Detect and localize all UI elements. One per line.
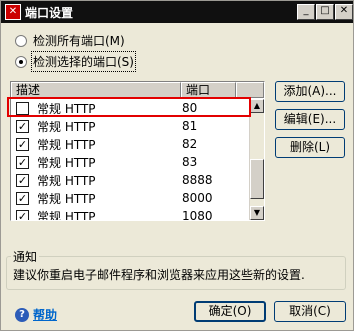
row-port: 8000: [182, 191, 213, 205]
list-item[interactable]: ✓ 常规 HTTP 82: [11, 135, 251, 153]
notice-title: 通知: [11, 248, 40, 265]
app-logo-icon: ✕: [5, 4, 21, 20]
row-description: 常规 HTTP: [37, 191, 96, 206]
row-description: 常规 HTTP: [37, 209, 96, 221]
ok-button[interactable]: 确定(O): [194, 301, 266, 322]
list-header: 描述 端口: [11, 82, 264, 98]
checkbox-checked-icon[interactable]: ✓: [16, 155, 29, 169]
row-description: 常规 HTTP: [37, 155, 96, 170]
port-settings-dialog: ✕ 端口设置 _ □ ✕ 检测所有端口(M) 检测选择的端口(S) 描述 端口 …: [0, 0, 354, 331]
help-icon: ?: [15, 307, 29, 322]
list-item[interactable]: ✓ 常规 HTTP 83: [11, 153, 251, 171]
row-port: 82: [182, 137, 198, 151]
checkbox-checked-icon[interactable]: ✓: [16, 137, 29, 151]
radio-button[interactable]: [15, 55, 27, 68]
title-bar[interactable]: ✕ 端口设置 _ □ ✕: [1, 1, 353, 23]
list-item[interactable]: ✓ 常规 HTTP 81: [11, 117, 251, 135]
highlight-box: [7, 97, 251, 117]
row-description: 常规 HTTP: [37, 173, 96, 188]
list-rows: 常规 HTTP 80 ✓ 常规 HTTP 81 ✓ 常规 HTTP 82 ✓ 常…: [11, 99, 251, 221]
maximize-button[interactable]: □: [316, 4, 334, 20]
checkbox-checked-icon[interactable]: ✓: [16, 191, 29, 205]
radio-button[interactable]: [15, 34, 27, 47]
close-button[interactable]: ✕: [335, 4, 353, 20]
row-description: 常规 HTTP: [37, 137, 96, 152]
row-port: 83: [182, 155, 198, 169]
checkbox-checked-icon[interactable]: ✓: [16, 173, 29, 187]
list-item[interactable]: ✓ 常规 HTTP 8000: [11, 189, 251, 207]
vertical-scrollbar[interactable]: ▲ ▼: [249, 99, 264, 220]
minimize-button[interactable]: _: [297, 4, 315, 20]
column-header-description[interactable]: 描述: [11, 82, 181, 98]
checkbox-checked-icon[interactable]: ✓: [16, 119, 29, 133]
delete-button[interactable]: 删除(L): [275, 137, 345, 158]
row-port: 8888: [182, 173, 213, 187]
scroll-thumb[interactable]: [250, 159, 264, 199]
scroll-up-icon[interactable]: ▲: [250, 99, 264, 113]
notice-text: 建议你重启电子邮件程序和浏览器来应用这些新的设置.: [13, 268, 305, 282]
help-link[interactable]: ? 帮助: [15, 306, 57, 323]
window-title: 端口设置: [25, 6, 74, 20]
list-item[interactable]: ✓ 常规 HTTP 8888: [11, 171, 251, 189]
row-port: 81: [182, 119, 198, 133]
add-button[interactable]: 添加(A)...: [275, 81, 345, 102]
edit-button[interactable]: 编辑(E)...: [275, 109, 345, 130]
radio-selected-ports-label: 检测选择的端口(S): [31, 51, 136, 72]
scroll-down-icon[interactable]: ▼: [250, 206, 264, 220]
cancel-button[interactable]: 取消(C): [274, 301, 346, 322]
help-label[interactable]: 帮助: [33, 306, 57, 323]
column-header-port[interactable]: 端口: [181, 82, 236, 98]
row-description: 常规 HTTP: [37, 119, 96, 134]
radio-all-ports-label: 检测所有端口(M): [33, 34, 125, 48]
column-header-filler: [236, 82, 264, 98]
row-port: 1080: [182, 209, 213, 221]
checkbox-checked-icon[interactable]: ✓: [16, 209, 29, 220]
radio-all-ports[interactable]: 检测所有端口(M): [15, 32, 125, 49]
radio-selected-ports[interactable]: 检测选择的端口(S): [15, 51, 136, 72]
list-item[interactable]: ✓ 常规 HTTP 1080: [11, 207, 251, 221]
